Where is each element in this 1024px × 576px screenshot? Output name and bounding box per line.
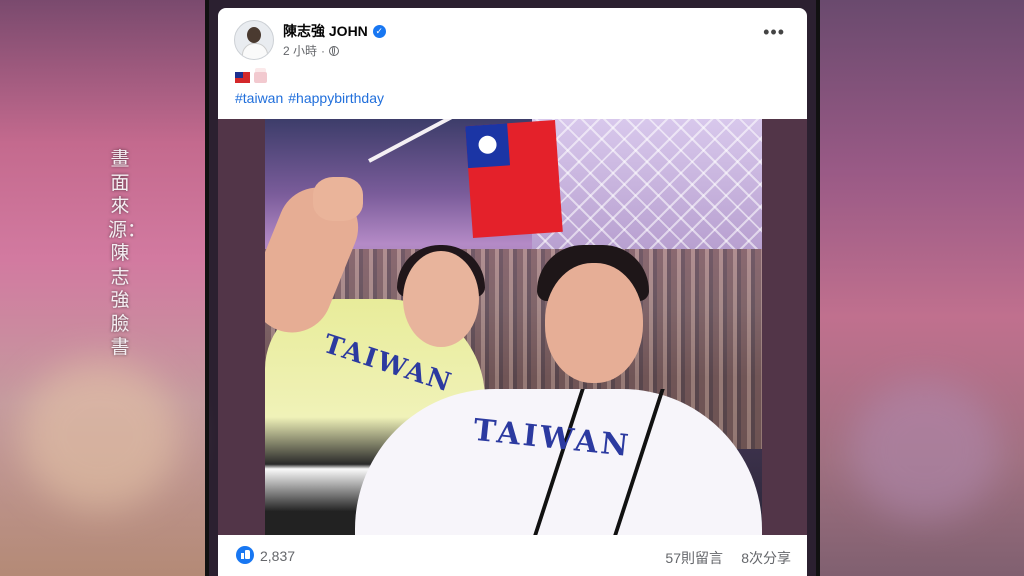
person-left-face	[403, 251, 479, 347]
avatar-head	[247, 27, 261, 43]
author-name[interactable]: 陳志強 JOHN	[283, 21, 368, 41]
background-blob	[850, 380, 1000, 520]
like-count[interactable]: 2,837	[260, 548, 295, 564]
author-avatar[interactable]	[234, 20, 274, 60]
more-options-icon[interactable]: •••	[763, 23, 785, 41]
post-emoji-row	[235, 68, 267, 83]
author-name-row[interactable]: 陳志強 JOHN ✓	[283, 21, 386, 41]
person-right-face	[545, 263, 643, 383]
taiwan-flag-emoji	[235, 72, 250, 83]
post-footer: 2,837 57則留言 8次分享	[218, 535, 807, 576]
post-time[interactable]: 2 小時	[283, 42, 317, 59]
facebook-post: 陳志強 JOHN ✓ 2 小時 · ••• #taiwan #happybirt…	[218, 8, 807, 576]
meta-separator: ·	[321, 43, 326, 58]
hashtag-link[interactable]: #happybirthday	[288, 90, 384, 106]
frame-divider-left	[205, 0, 209, 576]
frame-divider-right	[816, 0, 820, 576]
post-hashtags: #taiwan #happybirthday	[235, 90, 384, 106]
post-photo-frame: TAIWAN TAIWAN	[218, 119, 807, 535]
share-count[interactable]: 8次分享	[741, 548, 791, 568]
hashtag-link[interactable]: #taiwan	[235, 90, 283, 106]
post-photo[interactable]: TAIWAN TAIWAN	[265, 119, 762, 535]
stadium-roof	[532, 119, 762, 249]
post-meta: 2 小時 ·	[283, 42, 340, 59]
comment-count[interactable]: 57則留言	[665, 548, 723, 568]
avatar-body	[242, 43, 268, 59]
source-caption: 畫面來源：陳志強臉書	[108, 148, 147, 358]
globe-icon	[329, 45, 340, 56]
taiwan-flag	[465, 119, 563, 239]
verified-badge-icon: ✓	[372, 24, 386, 38]
birthday-cake-emoji	[254, 68, 267, 83]
raised-fist	[313, 177, 363, 221]
background-blob	[20, 360, 180, 510]
like-thumb-icon[interactable]	[236, 546, 254, 564]
